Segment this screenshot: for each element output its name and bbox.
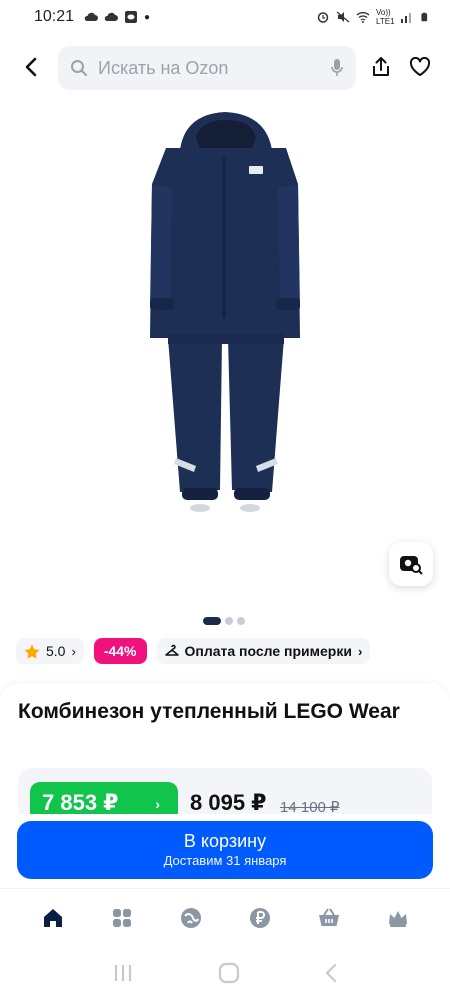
share-icon [373, 57, 389, 76]
more-dot-icon: ● [144, 11, 151, 23]
card-price: 7 853 ₽ [42, 790, 119, 814]
points-icon [249, 907, 270, 928]
pagination-dot[interactable] [225, 617, 233, 625]
home-icon [43, 908, 62, 927]
battery-icon [421, 12, 428, 22]
top-bar: Искать на Ozon [0, 44, 450, 92]
visual-search-button[interactable] [389, 542, 433, 586]
app-notification-icon [125, 11, 138, 23]
bottom-navigation [0, 888, 450, 946]
pagination-dot[interactable] [203, 617, 221, 625]
cloud-download-icon [104, 12, 119, 21]
gallery-pagination [203, 617, 245, 625]
product-gallery[interactable] [0, 98, 450, 608]
nav-cart[interactable] [314, 903, 344, 933]
recent-apps-icon[interactable] [112, 963, 134, 983]
delivery-date-label: Доставим 31 января [163, 853, 287, 868]
favorite-button[interactable] [405, 52, 435, 82]
hanger-icon [164, 644, 179, 656]
status-time: 10:21 [34, 8, 75, 25]
chevron-right-icon: › [71, 643, 76, 659]
back-system-icon[interactable] [324, 963, 338, 983]
payment-after-fitting-badge[interactable]: Оплата после примерки › [156, 638, 371, 664]
add-to-cart-button[interactable]: В корзину Доставим 31 января [17, 821, 433, 879]
card-price-button[interactable]: 7 853 ₽ › [30, 782, 178, 814]
search-input[interactable]: Искать на Ozon [58, 46, 356, 90]
nav-points[interactable] [245, 903, 275, 933]
product-badges: 5.0 › -44% Оплата после примерки › [16, 638, 371, 664]
cart-icon [318, 907, 339, 926]
signal-icon [401, 13, 411, 23]
search-placeholder: Искать на Ozon [98, 57, 229, 78]
add-to-cart-label: В корзину [183, 831, 267, 851]
nav-profile[interactable] [383, 903, 413, 933]
mute-icon [336, 11, 350, 23]
nav-home[interactable] [38, 903, 68, 933]
home-button-icon[interactable] [218, 962, 240, 984]
rating-badge[interactable]: 5.0 › [16, 638, 84, 664]
product-title: Комбинезон утепленный LEGO Wear [18, 700, 400, 723]
nav-catalog[interactable] [107, 903, 137, 933]
chevron-right-icon: › [155, 796, 160, 812]
network-label: Vo)) LTE1 [376, 8, 395, 26]
pagination-dot[interactable] [237, 617, 245, 625]
product-image[interactable] [0, 98, 450, 608]
wifi-icon [356, 12, 370, 23]
price-block: 7 853 ₽ › 8 095 ₽ 14 100 ₽ [18, 768, 432, 814]
search-icon [71, 60, 88, 77]
back-button[interactable] [16, 52, 46, 82]
microphone-icon[interactable] [330, 58, 344, 78]
rating-value: 5.0 [46, 643, 66, 659]
chevron-right-icon: › [357, 643, 363, 659]
chevron-left-icon [25, 57, 37, 77]
system-navigation [0, 946, 450, 1000]
share-button[interactable] [366, 52, 396, 82]
star-icon [24, 644, 40, 659]
payment-label: Оплата после примерки [184, 643, 352, 659]
alarm-icon [317, 12, 329, 23]
fresh-icon [180, 907, 201, 928]
price-old: 14 100 ₽ [280, 799, 340, 814]
cloud-upload-icon [84, 12, 99, 21]
catalog-icon [112, 908, 131, 927]
profile-icon [388, 910, 407, 927]
nav-fresh[interactable] [176, 903, 206, 933]
discount-badge: -44% [93, 638, 147, 664]
price-current: 8 095 ₽ [190, 790, 267, 814]
camera-search-icon [400, 556, 423, 575]
heart-icon [409, 57, 431, 76]
status-bar: 10:21 ● Vo)) LTE1 [0, 0, 450, 34]
